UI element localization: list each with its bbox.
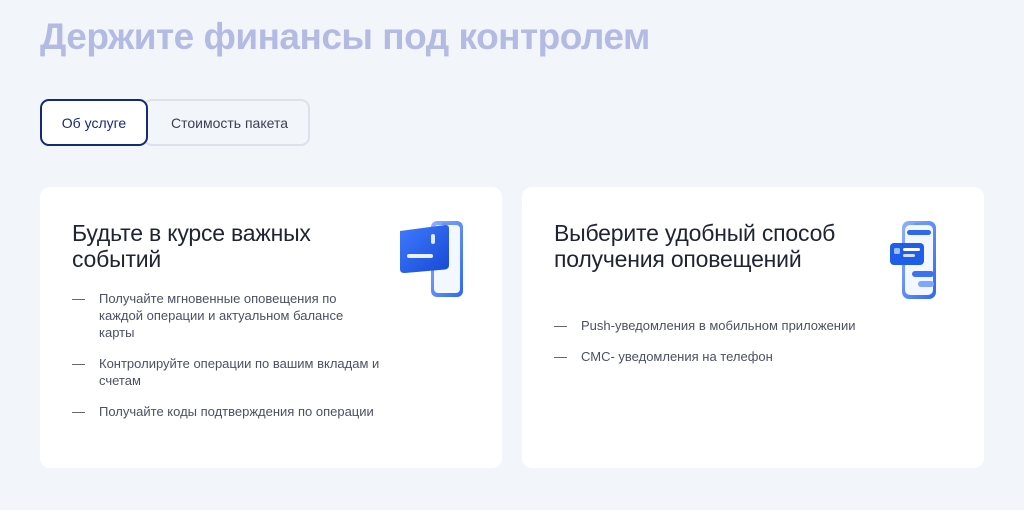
phone-with-message-icon	[888, 219, 940, 306]
list-dash: —	[554, 349, 567, 364]
list-item-text: Контролируйте операции по вашим вкладам …	[99, 356, 380, 388]
tab-about-service[interactable]: Об услуге	[40, 99, 148, 146]
list-dash: —	[72, 291, 85, 306]
list-dash: —	[72, 356, 85, 371]
page-title: Держите финансы под контролем	[40, 16, 650, 57]
list-dash: —	[554, 318, 567, 333]
card-title: Выберите удобный способ получения оповещ…	[554, 220, 836, 272]
info-card-delivery: Выберите удобный способ получения оповещ…	[522, 187, 984, 468]
tab-package-price[interactable]: Стоимость пакета	[143, 99, 310, 146]
list-item-text: СМС- уведомления на телефон	[581, 349, 773, 364]
tab-bar: Об услуге Стоимость пакета	[40, 99, 310, 146]
list-item-text: Push-уведомления в мобильном приложении	[581, 318, 856, 333]
list-item: — Контролируйте операции по вашим вклада…	[72, 355, 382, 389]
phone-with-card-icon	[397, 219, 467, 306]
card-title: Будьте в курсе важных событий	[72, 220, 311, 272]
list-item-text: Получайте коды подтверждения по операции	[99, 404, 374, 419]
list-item: — СМС- уведомления на телефон	[554, 348, 864, 365]
feature-list: — Push-уведомления в мобильном приложени…	[554, 317, 864, 379]
list-item: — Получайте мгновенные оповещения по каж…	[72, 290, 382, 341]
list-item: — Push-уведомления в мобильном приложени…	[554, 317, 864, 334]
info-card-events: Будьте в курсе важных событий — Получайт…	[40, 187, 502, 468]
feature-list: — Получайте мгновенные оповещения по каж…	[72, 290, 382, 434]
list-item-text: Получайте мгновенные оповещения по каждо…	[99, 291, 344, 340]
list-dash: —	[72, 404, 85, 419]
list-item: — Получайте коды подтверждения по операц…	[72, 403, 382, 420]
